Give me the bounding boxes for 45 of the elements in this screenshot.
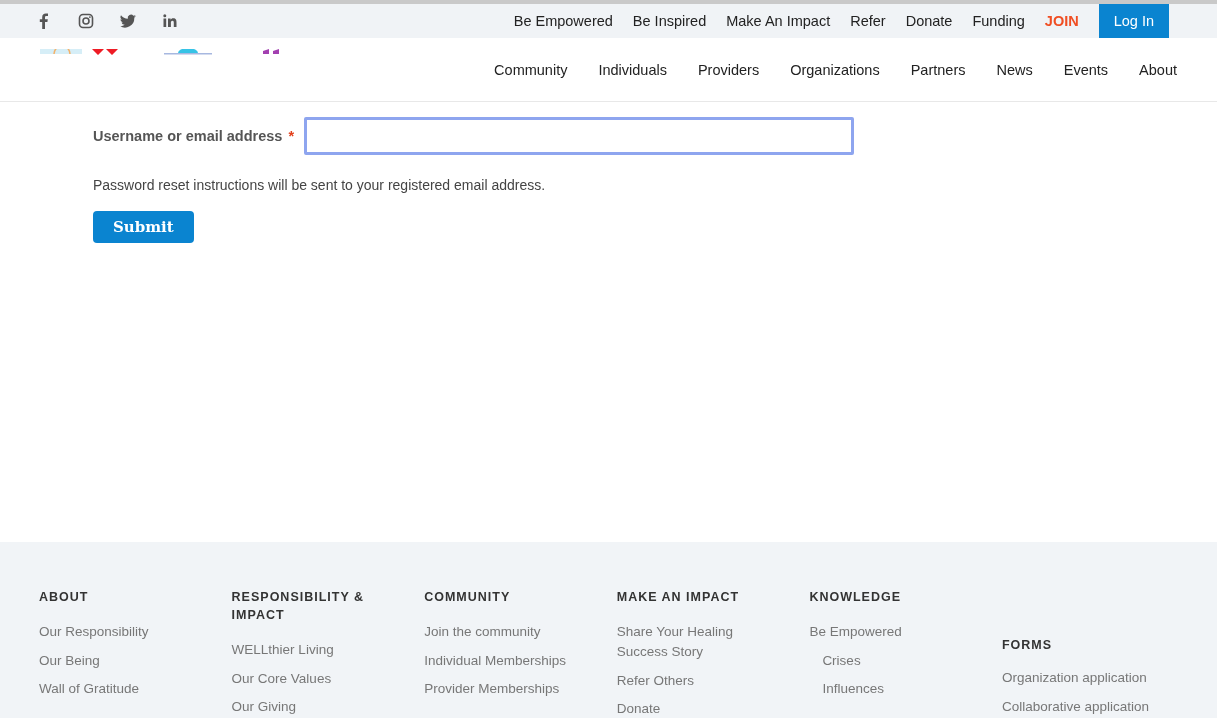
top-nav-link[interactable]: Donate	[905, 13, 953, 29]
footer-link[interactable]: Wall of Gratitude	[39, 679, 219, 699]
top-nav-link[interactable]: Be Empowered	[513, 13, 613, 29]
main-nav-link[interactable]: Individuals	[598, 61, 667, 78]
main-nav-link[interactable]: About	[1139, 61, 1177, 78]
footer-link[interactable]: Our Responsibility	[39, 622, 219, 642]
join-link[interactable]: JOIN	[1044, 13, 1079, 29]
top-nav-link[interactable]: Be Inspired	[632, 13, 707, 29]
footer-link[interactable]: Individual Memberships	[424, 650, 605, 671]
footer-link[interactable]: WELLthier Living	[231, 640, 412, 660]
footer-link[interactable]: Join the community	[424, 622, 605, 642]
footer-heading: ABOUT	[39, 589, 90, 606]
footer-heading: FORMS	[1001, 637, 1054, 654]
footer-heading: RESPONSIBILITY & IMPACT	[231, 589, 366, 624]
instagram-icon[interactable]	[76, 11, 96, 31]
footer-link[interactable]: Our Being	[39, 650, 219, 671]
footer-link[interactable]: Organization application	[1001, 668, 1182, 688]
footer-link[interactable]: Our Core Values	[231, 668, 412, 689]
main-nav-link[interactable]: Partners	[910, 61, 966, 78]
help-text: Password reset instructions will be sent to your registered email address.	[93, 177, 547, 193]
top-nav-link[interactable]: Make An Impact	[726, 13, 831, 29]
footer-link[interactable]: Collaborative application	[1001, 696, 1182, 717]
main-nav-link[interactable]: Organizations	[790, 61, 880, 78]
footer-link[interactable]: Be Empowered	[809, 622, 990, 642]
main-nav-link[interactable]: News	[996, 61, 1033, 78]
footer-link[interactable]: Crises	[809, 650, 1003, 671]
footer-link[interactable]: Refer Others	[616, 670, 797, 691]
footer-heading: MAKE AN IMPACT	[616, 589, 741, 606]
top-nav-link[interactable]: Funding	[972, 13, 1025, 29]
username-input-field[interactable]	[304, 117, 855, 155]
footer-link[interactable]: Provider Memberships	[424, 679, 605, 699]
main-nav-link[interactable]: Community	[494, 61, 568, 78]
footer-link[interactable]: Influences	[809, 679, 1003, 699]
footer-link[interactable]: Share Your Healing Success Story	[616, 622, 747, 662]
footer-link[interactable]: Our Giving	[231, 697, 412, 717]
required-mark: *	[288, 128, 295, 144]
footer-link[interactable]: Donate	[616, 699, 797, 718]
footer-heading: COMMUNITY	[424, 589, 512, 606]
field-label: Username or email address	[93, 128, 283, 144]
top-nav-link[interactable]: Refer	[850, 13, 886, 29]
login-button[interactable]: Log In	[1098, 4, 1169, 38]
main-nav-link[interactable]: Providers	[697, 61, 760, 78]
main-nav-link[interactable]: Events	[1063, 61, 1109, 78]
submit-button[interactable]: Submit	[93, 211, 194, 243]
footer-heading: KNOWLEDGE	[809, 589, 902, 606]
